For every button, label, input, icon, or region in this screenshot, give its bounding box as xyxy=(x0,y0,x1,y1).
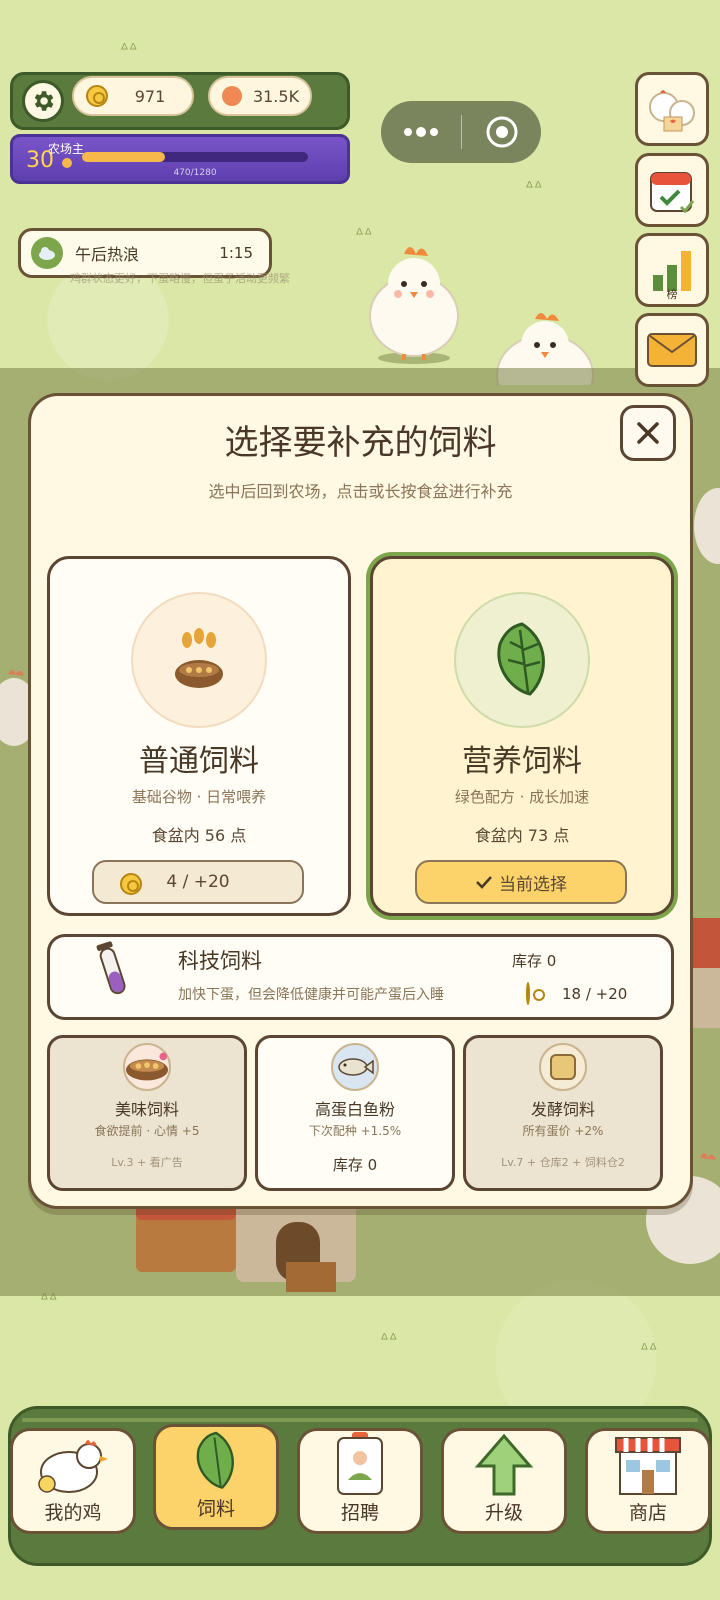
close-icon xyxy=(637,422,659,444)
envelope-icon xyxy=(647,333,697,367)
nav-rail-decor xyxy=(22,1418,698,1422)
leaderboard-label: 榜 xyxy=(666,288,678,301)
feed-card-title: 普通饲料 xyxy=(139,744,259,779)
feed-card-title: 营养饲料 xyxy=(462,744,582,779)
small-card-requirement: Lv.3 + 看广告 xyxy=(111,1156,183,1169)
coin-icon xyxy=(526,982,530,1005)
calendar-check-icon xyxy=(650,172,695,214)
nutrition-feed-icon-circle xyxy=(454,592,590,728)
nav-label: 饲料 xyxy=(196,1498,235,1520)
tech-feed-desc: 加快下蛋，但会降低健康并可能产蛋后入睡 xyxy=(178,987,444,1003)
egg-value: 31.5K xyxy=(252,86,300,106)
fermented-feed-icon xyxy=(539,1043,587,1091)
tech-feed-price[interactable]: 18 / +20 xyxy=(562,985,627,1003)
miniprogram-capsule xyxy=(381,101,541,163)
grain-bowl-icon xyxy=(175,628,223,688)
small-card-title: 高蛋白鱼粉 xyxy=(314,1100,395,1119)
coin-value: 971 xyxy=(134,86,166,106)
feed-card-desc: 绿色配方 · 成长加速 xyxy=(454,788,590,806)
egg-icon xyxy=(222,86,242,106)
food-bowl-icon xyxy=(125,1052,169,1081)
xp-progress-track xyxy=(82,152,308,162)
grass-decor: ᐞᐞ xyxy=(525,178,543,197)
feed-card-desc: 基础谷物 · 日常喂养 xyxy=(131,788,267,806)
xp-text: 470/1280 xyxy=(173,168,217,178)
feed-card-amount: 食盆内 56 点 xyxy=(151,826,247,845)
feed-card-amount: 食盆内 73 点 xyxy=(474,826,570,845)
grass-decor: ᐞᐞ xyxy=(640,1340,658,1359)
current-selection-button[interactable]: 当前选择 xyxy=(415,860,627,904)
small-card-desc: 食欲提前 · 心情 +5 xyxy=(94,1124,200,1138)
nav-label: 我的鸡 xyxy=(44,1502,102,1524)
check-icon xyxy=(476,876,492,889)
modal-subtitle: 选中后回到农场，点击或长按食盆进行补充 xyxy=(208,482,513,501)
weather-name: 午后热浪 xyxy=(75,245,140,264)
modal-title: 选择要补充的饲料 xyxy=(224,423,497,463)
friends-button[interactable] xyxy=(635,72,709,146)
level-marker-icon xyxy=(62,158,72,168)
nav-label: 商店 xyxy=(628,1502,667,1524)
fermented-block-icon xyxy=(550,1054,576,1080)
buy-normal-feed-button[interactable]: 4 / +20 xyxy=(92,860,304,904)
nav-label: 升级 xyxy=(484,1502,523,1524)
settings-button[interactable] xyxy=(22,80,64,122)
grass-decor: ᐞᐞ xyxy=(380,1330,398,1349)
nav-shop[interactable]: 商店 xyxy=(585,1428,711,1534)
coin-icon xyxy=(120,873,142,895)
more-button[interactable] xyxy=(381,101,461,163)
small-card-stock: 库存 0 xyxy=(332,1156,378,1174)
leaf-icon xyxy=(497,622,545,696)
close-button[interactable] xyxy=(620,405,676,461)
coin-counter[interactable]: 971 xyxy=(72,76,194,116)
tech-feed-stock: 库存 0 xyxy=(512,952,557,970)
level-title: 农场主 xyxy=(48,142,85,156)
buy-price: 4 / +20 xyxy=(166,872,230,892)
normal-feed-icon-circle xyxy=(131,592,267,728)
nav-feed[interactable]: 饲料 xyxy=(153,1424,279,1530)
small-card-desc: 下次配种 +1.5% xyxy=(308,1124,402,1138)
leaf-icon xyxy=(196,1431,234,1489)
checkin-calendar-button[interactable] xyxy=(635,153,709,227)
small-card-title: 美味饲料 xyxy=(114,1100,179,1119)
weather-note: 鸡群状态更好，下蛋略慢，但蛋子活动更频繁 xyxy=(70,272,290,285)
weather-icon xyxy=(31,237,63,269)
small-card-title: 发酵饲料 xyxy=(530,1100,595,1119)
chicken-sprite[interactable] xyxy=(360,236,468,366)
close-miniprogram-button[interactable] xyxy=(462,101,541,163)
chicken-sprite xyxy=(694,488,720,564)
target-circle-icon xyxy=(486,116,517,148)
nav-recruit[interactable]: 招聘 xyxy=(297,1428,423,1534)
id-badge-icon xyxy=(337,1432,383,1495)
nav-upgrade[interactable]: 升级 xyxy=(441,1428,567,1534)
weather-timer: 1:15 xyxy=(219,244,253,262)
xp-progress-fill xyxy=(82,152,165,162)
small-card-desc: 所有蛋价 +2% xyxy=(522,1124,604,1138)
small-card-requirement: Lv.7 + 仓库2 + 饲料仓2 xyxy=(501,1156,625,1169)
tech-feed-row[interactable] xyxy=(47,934,674,1020)
fishmeal-feed-icon xyxy=(331,1043,379,1091)
storefront-icon xyxy=(615,1437,681,1495)
tasty-feed-icon xyxy=(123,1043,171,1091)
coin-icon xyxy=(86,85,108,107)
test-tube-icon xyxy=(96,941,126,995)
fish-icon xyxy=(338,1058,374,1076)
nav-label: 招聘 xyxy=(340,1502,379,1524)
gear-icon xyxy=(34,91,54,111)
hen-icon xyxy=(38,1440,108,1493)
more-dots-icon xyxy=(404,127,438,137)
chicken-family-icon xyxy=(649,90,695,132)
egg-counter[interactable]: 31.5K xyxy=(208,76,312,116)
up-arrow-icon xyxy=(474,1433,534,1496)
grass-decor: ᐞᐞ xyxy=(120,40,138,59)
tech-feed-title: 科技饲料 xyxy=(178,949,262,973)
nav-my-chickens[interactable]: 我的鸡 xyxy=(10,1428,136,1534)
leaderboard-button[interactable]: 榜 xyxy=(635,233,709,307)
current-selection-label: 当前选择 xyxy=(499,874,567,895)
mail-button[interactable] xyxy=(635,313,709,387)
